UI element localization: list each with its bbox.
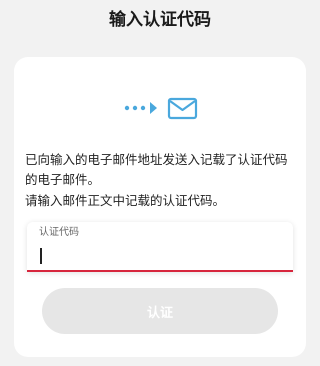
arrow-head [150,102,157,114]
verification-code-field[interactable]: 认证代码 [27,222,293,272]
dot-3 [140,105,146,111]
send-mail-icon [124,97,198,120]
page-title: 输入认证代码 [109,10,211,30]
dot-2 [132,105,138,111]
verification-code-label: 认证代码 [39,227,79,238]
instruction-hint: 请输入邮件正文中记载的认证代码。 [25,193,226,208]
verification-card: 已向输入的电子邮件地址发送入记载了认证代码的电子邮件。 请输入邮件正文中记载的认… [14,57,306,357]
verification-code-input[interactable] [39,244,279,264]
instruction-description: 已向输入的电子邮件地址发送入记载了认证代码的电子邮件。 [25,152,288,187]
envelope-flap [169,100,196,112]
dot-1 [124,105,130,111]
text-cursor [40,248,42,264]
verify-button[interactable]: 认证 [42,288,278,334]
